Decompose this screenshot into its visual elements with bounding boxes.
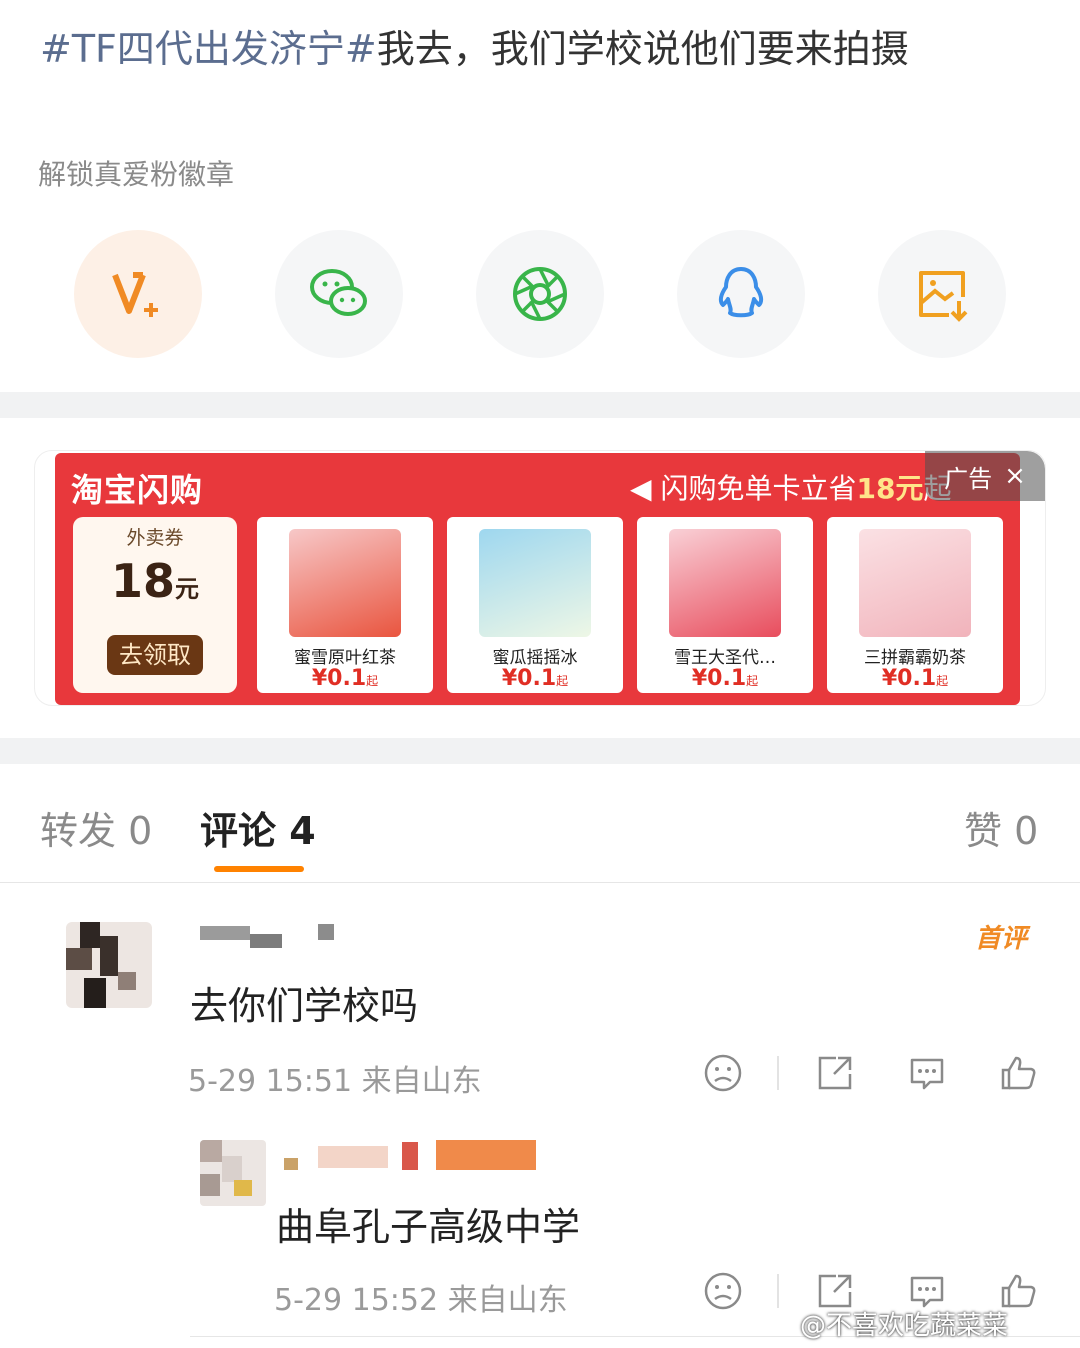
section-divider (0, 392, 1080, 418)
claim-coupon-button[interactable]: 去领取 (107, 635, 203, 675)
username-redacted[interactable] (284, 1140, 544, 1176)
share-icon (818, 1056, 852, 1090)
moments-icon (513, 267, 567, 321)
wechat-share-button[interactable] (275, 230, 403, 358)
ad-banner[interactable]: 淘宝闪购 ◀ 闪购免单卡立省18元起 外卖券 18元 去领取 蜜雪原叶红茶 ¥0… (55, 453, 1020, 705)
post-text: #TF四代出发济宁#我去，我们学校说他们要来拍摄 (40, 18, 909, 73)
like-button[interactable] (995, 1050, 1041, 1096)
coupon-amount: 18元 (110, 554, 199, 608)
product-card[interactable]: 蜜雪原叶红茶 ¥0.1起 (257, 517, 433, 693)
product-name: 蜜瓜摇摇冰 (492, 648, 578, 668)
post-body: 我去，我们学校说他们要来拍摄 (376, 27, 909, 71)
comment-text: 去你们学校吗 (190, 984, 419, 1028)
product-card[interactable]: 蜜瓜摇摇冰 ¥0.1起 (447, 517, 623, 693)
avatar[interactable] (200, 1140, 266, 1206)
product-name: 雪王大圣代… (674, 648, 776, 668)
comment-meta: 5-29 15:51 来自山东 (188, 1064, 482, 1099)
action-separator (777, 1056, 779, 1090)
qq-icon (718, 267, 764, 318)
moments-share-button[interactable] (476, 230, 604, 358)
product-name: 蜜雪原叶红茶 (294, 648, 396, 668)
speaker-icon: ◀ (630, 472, 652, 505)
vip-plus-icon (112, 272, 158, 317)
product-image (859, 529, 971, 637)
wechat-icon (310, 269, 367, 316)
frown-icon (704, 1054, 742, 1092)
product-card[interactable]: 三拼霸霸奶茶 ¥0.1起 (827, 517, 1003, 693)
product-name: 三拼霸霸奶茶 (864, 648, 966, 668)
tab-repost[interactable]: 转发 0 (40, 800, 152, 855)
avatar[interactable] (66, 922, 152, 1008)
tab-comments[interactable]: 评论 4 (200, 800, 316, 855)
watermark: @不喜欢吃蔬菜菜 (800, 1311, 1009, 1341)
save-image-icon (919, 271, 968, 322)
reply-button[interactable] (904, 1050, 950, 1096)
vip-share-button[interactable] (74, 230, 202, 358)
product-price: ¥0.1起 (311, 666, 379, 691)
thumbs-up-icon (1001, 1056, 1036, 1090)
first-comment-badge: 首评 (975, 924, 1028, 954)
comment-text: 曲阜孔子高级中学 (276, 1205, 581, 1249)
product-image (669, 529, 781, 637)
tab-likes[interactable]: 赞 0 (964, 800, 1038, 855)
coupon-tag: 外卖券 (126, 527, 184, 549)
coupon-card[interactable]: 外卖券 18元 去领取 (73, 517, 237, 693)
frown-icon (704, 1272, 742, 1310)
section-divider (0, 738, 1080, 764)
ad-brand: 淘宝闪购 (71, 471, 204, 509)
topic-link[interactable]: #TF四代出发济宁# (40, 27, 377, 71)
share-row (0, 230, 1080, 360)
share-comment-button[interactable] (812, 1050, 858, 1096)
action-separator (777, 1274, 779, 1308)
qq-share-button[interactable] (677, 230, 805, 358)
product-image (289, 529, 401, 637)
dislike-button[interactable] (700, 1050, 746, 1096)
username-redacted[interactable] (200, 922, 340, 954)
ad-card[interactable]: 淘宝闪购 ◀ 闪购免单卡立省18元起 外卖券 18元 去领取 蜜雪原叶红茶 ¥0… (34, 450, 1046, 706)
ad-close-bar[interactable]: 广告 × (925, 451, 1045, 501)
ad-label: 广告 (944, 464, 993, 493)
unlock-fan-badge-link[interactable]: 解锁真爱粉徽章 (38, 153, 234, 193)
ad-promo: ◀ 闪购免单卡立省18元起 (630, 472, 951, 505)
comment-icon (910, 1058, 944, 1090)
comment-meta: 5-29 15:52 来自山东 (274, 1283, 568, 1318)
dislike-button[interactable] (700, 1268, 746, 1314)
product-image (479, 529, 591, 637)
tabs-divider (0, 882, 1080, 883)
product-price: ¥0.1起 (691, 666, 759, 691)
product-price: ¥0.1起 (501, 666, 569, 691)
save-image-button[interactable] (878, 230, 1006, 358)
close-icon[interactable]: × (1004, 461, 1026, 491)
product-card[interactable]: 雪王大圣代… ¥0.1起 (637, 517, 813, 693)
active-tab-indicator (214, 866, 304, 872)
product-price: ¥0.1起 (881, 666, 949, 691)
